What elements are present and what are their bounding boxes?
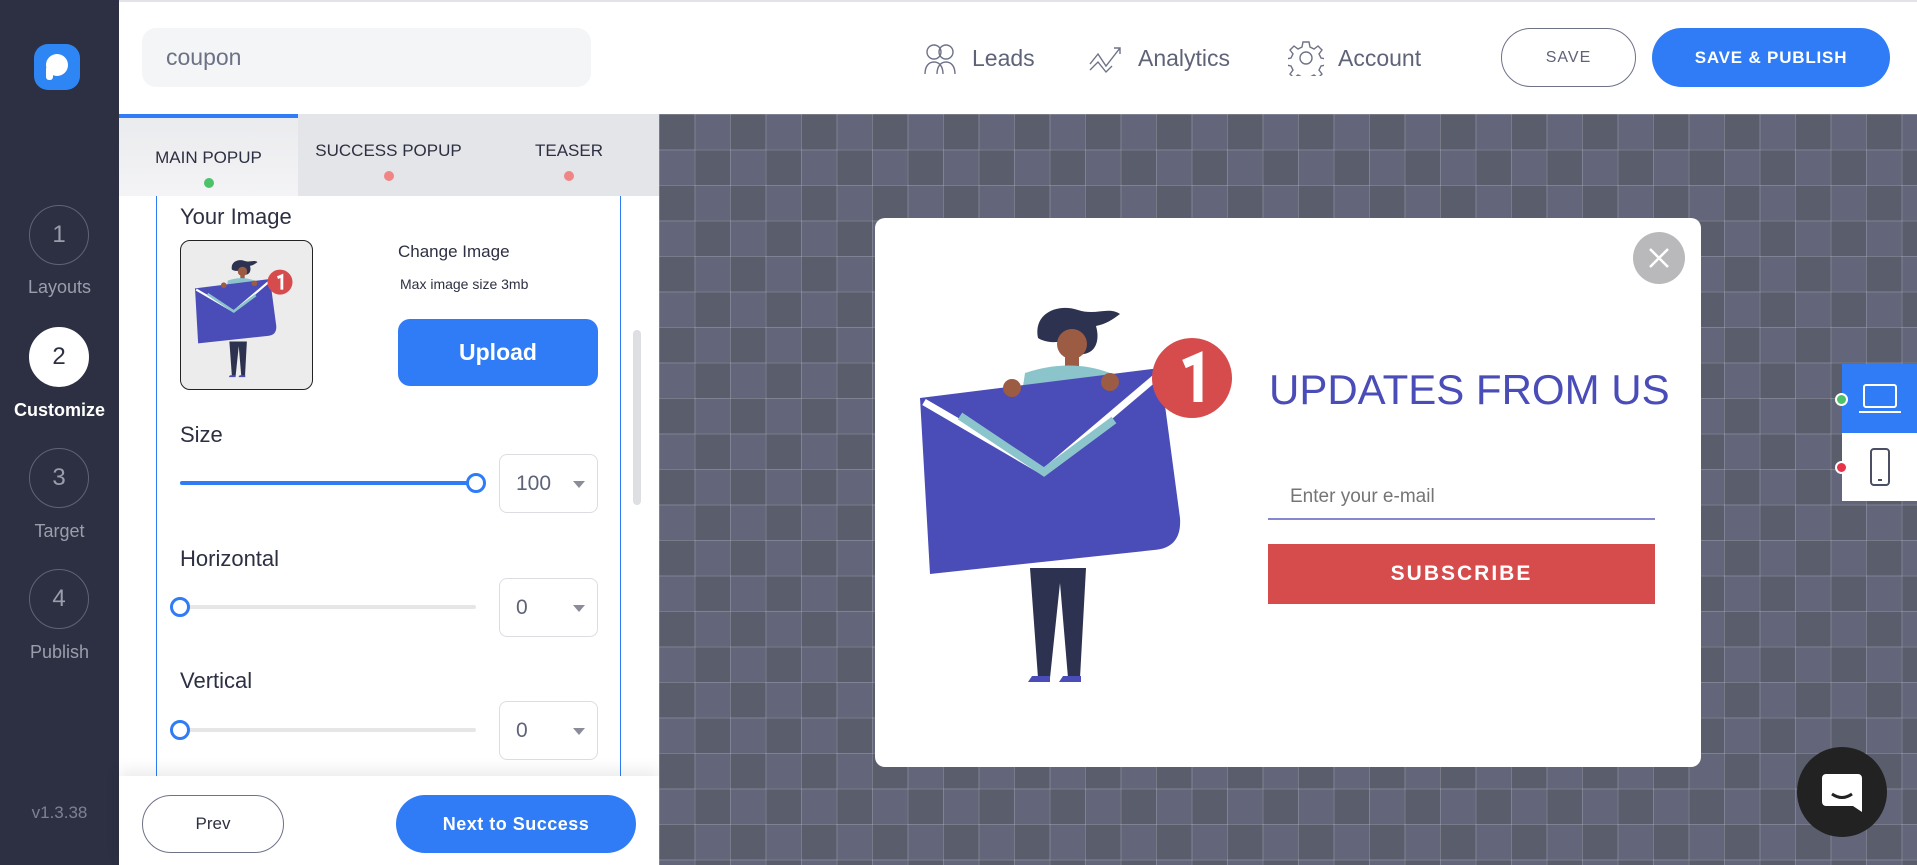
- step-publish-circle[interactable]: 4: [29, 569, 89, 629]
- popup-email-input[interactable]: [1268, 476, 1655, 520]
- nav-account-label: Account: [1338, 44, 1422, 71]
- tab-teaser-label: TEASER: [534, 141, 604, 160]
- mobile-icon: [1869, 448, 1890, 486]
- settings-content: Your Image Change Image Max image size 3…: [156, 196, 621, 776]
- step-target-circle[interactable]: 3: [29, 448, 89, 508]
- status-dot: [203, 178, 214, 188]
- vertical-select[interactable]: 0: [499, 701, 598, 760]
- step-target-label[interactable]: Target: [0, 521, 119, 542]
- vertical-label: Vertical: [180, 668, 253, 693]
- tab-success-popup-label: SUCCESS POPUP: [315, 141, 462, 160]
- image-thumbnail[interactable]: [180, 240, 313, 390]
- mobile-view-toggle[interactable]: [1842, 433, 1917, 501]
- step-layouts-label[interactable]: Layouts: [0, 277, 119, 298]
- nav-leads-label: Leads: [972, 44, 1035, 71]
- nav-account[interactable]: Account: [1288, 40, 1421, 76]
- gear-icon: [1288, 41, 1324, 76]
- tab-main-popup[interactable]: MAIN POPUP: [119, 114, 298, 196]
- nav-analytics[interactable]: Analytics: [1088, 40, 1230, 76]
- version-label: v1.3.38: [31, 803, 88, 822]
- size-value: 100: [516, 472, 552, 495]
- horizontal-label: Horizontal: [180, 546, 280, 571]
- save-button[interactable]: SAVE: [1501, 28, 1636, 87]
- step-customize-circle[interactable]: 2: [29, 327, 89, 387]
- vertical-slider[interactable]: [180, 728, 476, 732]
- horizontal-select[interactable]: 0: [499, 578, 598, 637]
- analytics-icon: [1089, 47, 1121, 74]
- chevron-down-icon: [573, 728, 585, 741]
- step-layouts-circle[interactable]: 1: [29, 205, 89, 265]
- chat-icon: [1822, 774, 1862, 812]
- editor-panel: MAIN POPUP SUCCESS POPUP TEASER Your Ima…: [119, 114, 659, 865]
- size-label: Size: [180, 422, 223, 447]
- nav-leads[interactable]: Leads: [922, 40, 1035, 76]
- vertical-slider-handle[interactable]: [170, 720, 190, 740]
- size-slider[interactable]: [180, 481, 476, 485]
- next-button[interactable]: Next to Success: [396, 795, 636, 853]
- popup-illustration-thumb: [195, 257, 295, 379]
- max-size-note: Max image size 3mb: [400, 276, 529, 292]
- popup-subscribe-button[interactable]: SUBSCRIBE: [1268, 544, 1655, 604]
- mobile-status-dot: [1835, 461, 1848, 474]
- status-dot: [383, 171, 394, 181]
- popup-preview: UPDATES FROM US SUBSCRIBE: [875, 218, 1701, 767]
- chevron-down-icon: [573, 481, 585, 494]
- horizontal-slider[interactable]: [180, 605, 476, 609]
- tab-teaser[interactable]: TEASER: [479, 114, 659, 196]
- panel-scrollbar[interactable]: [633, 330, 641, 505]
- nav-analytics-label: Analytics: [1138, 44, 1231, 71]
- popup-title: UPDATES FROM US: [1269, 366, 1670, 413]
- desktop-view-toggle[interactable]: [1842, 364, 1917, 433]
- status-dot: [564, 171, 574, 181]
- tab-main-popup-label: MAIN POPUP: [155, 148, 262, 167]
- steps-sidebar: 1 Layouts 2 Customize 3 Target 4 Publish…: [0, 0, 119, 865]
- app-logo[interactable]: [34, 44, 80, 90]
- image-heading: Your Image: [180, 204, 292, 229]
- campaign-name-input[interactable]: [142, 28, 591, 87]
- size-select[interactable]: 100: [499, 454, 598, 513]
- step-publish-label[interactable]: Publish: [0, 642, 119, 663]
- tab-success-popup[interactable]: SUCCESS POPUP: [298, 114, 479, 196]
- desktop-icon: [1858, 383, 1901, 413]
- popup-close-button[interactable]: [1633, 232, 1685, 284]
- popup-illustration: [920, 298, 1240, 688]
- leads-icon: [924, 44, 956, 75]
- upload-button[interactable]: Upload: [398, 319, 598, 386]
- size-slider-handle[interactable]: [466, 473, 486, 493]
- vertical-value: 0: [516, 719, 528, 742]
- save-publish-button[interactable]: SAVE & PUBLISH: [1652, 28, 1890, 87]
- change-image-label: Change Image: [398, 242, 510, 261]
- chat-button[interactable]: [1797, 747, 1887, 837]
- horizontal-slider-handle[interactable]: [170, 597, 190, 617]
- prev-button[interactable]: Prev: [142, 795, 284, 853]
- close-icon: [1649, 248, 1669, 268]
- chevron-down-icon: [573, 605, 585, 618]
- step-customize-label[interactable]: Customize: [0, 400, 119, 421]
- desktop-status-dot: [1835, 393, 1848, 406]
- panel-footer: Prev Next to Success: [119, 776, 659, 865]
- horizontal-value: 0: [516, 596, 528, 619]
